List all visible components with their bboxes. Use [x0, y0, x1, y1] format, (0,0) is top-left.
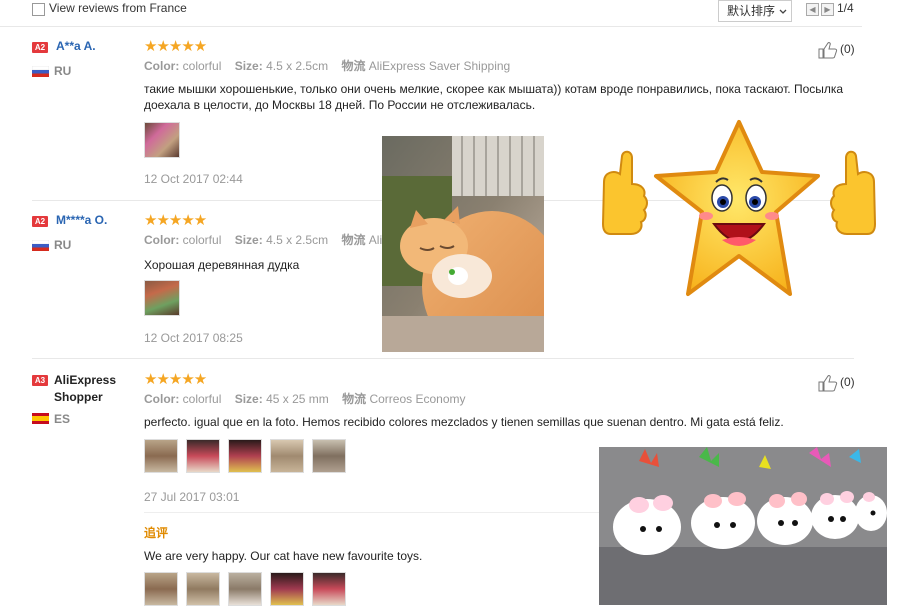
thumbs-up-icon[interactable]: [818, 41, 838, 59]
review-photo-thumbnail[interactable]: [144, 122, 180, 158]
russia-flag-icon: [32, 240, 49, 251]
followup-photo-thumbnail[interactable]: [144, 572, 178, 606]
reviewer-name: M****a O.: [56, 213, 108, 227]
review-text: такие мышки хорошенькие, только они очен…: [144, 82, 844, 112]
review-date: 12 Oct 2017 08:25: [144, 331, 243, 345]
followup-label: 追评: [144, 526, 169, 540]
size-label: Size:: [234, 233, 263, 247]
like-count: (0): [840, 375, 855, 389]
happy-star-sticker: [598, 116, 880, 300]
buyer-level-badge: A3: [32, 375, 48, 386]
review-text: perfecto. igual que en la foto. Hemos re…: [144, 415, 784, 429]
color-value: colorful: [182, 392, 222, 406]
review-photo-thumbnail[interactable]: [270, 439, 304, 473]
followup-photo-thumbnail[interactable]: [312, 572, 346, 606]
size-value: 4.5 x 2.5cm: [266, 59, 329, 73]
size-value: 4.5 x 2.5cm: [266, 233, 329, 247]
color-label: Color:: [144, 233, 180, 247]
reviewer-name: A**a A.: [56, 39, 96, 53]
review-date: 12 Oct 2017 02:44: [144, 172, 243, 186]
france-filter-label[interactable]: View reviews from France: [49, 1, 187, 15]
review-photo-thumbnail[interactable]: [144, 439, 178, 473]
review-toolbar: View reviews from France 默认排序 ◀ ▶ 1/4: [0, 0, 862, 27]
shipping-label: 物流: [342, 392, 367, 406]
review-photo-thumbnail[interactable]: [144, 280, 180, 316]
review-date: 27 Jul 2017 03:01: [144, 490, 240, 504]
shipping-label: 物流: [341, 59, 366, 73]
order-attributes: Color: colorful Size: 4.5 x 2.5cm 物流 Ali…: [144, 231, 390, 248]
shipping-value: AliExpress Saver Shipping: [368, 59, 511, 73]
russia-flag-icon: [32, 66, 49, 77]
followup-photo-thumbnail[interactable]: [228, 572, 262, 606]
cat-photo: [382, 136, 544, 352]
next-page-icon[interactable]: ▶: [821, 3, 834, 16]
rating-stars: ★★★★★: [144, 212, 207, 229]
buyer-level-badge: A2: [32, 42, 48, 53]
order-attributes: Color: colorful Size: 45 x 25 mm 物流 Corr…: [144, 390, 466, 407]
thumbs-up-icon: [830, 150, 877, 235]
reviewer-name: AliExpress Shopper: [54, 373, 117, 404]
color-value: colorful: [182, 233, 222, 247]
france-filter-checkbox[interactable]: [32, 3, 45, 16]
review-photo-thumbnail[interactable]: [312, 439, 346, 473]
reviewer-country: ES: [54, 412, 71, 426]
size-value: 45 x 25 mm: [266, 392, 329, 406]
review-divider: [32, 358, 854, 359]
toy-mice-photo: [599, 447, 887, 605]
color-label: Color:: [144, 392, 180, 406]
size-label: Size:: [234, 59, 263, 73]
thumbs-up-icon: [601, 150, 648, 235]
reviewer-country: RU: [54, 238, 72, 252]
rating-stars: ★★★★★: [144, 371, 207, 388]
spain-flag-icon: [32, 413, 49, 424]
size-label: Size:: [234, 392, 263, 406]
sort-label: 默认排序: [727, 4, 776, 18]
followup-photo-thumbnail[interactable]: [186, 572, 220, 606]
buyer-level-badge: A2: [32, 216, 48, 227]
sort-dropdown[interactable]: 默认排序: [718, 0, 792, 22]
color-label: Color:: [144, 59, 180, 73]
reviewer-country: RU: [54, 64, 72, 78]
shipping-label: 物流: [341, 233, 366, 247]
review-photo-thumbnail[interactable]: [228, 439, 262, 473]
prev-page-icon[interactable]: ◀: [806, 3, 819, 16]
review-photo-thumbnail[interactable]: [186, 439, 220, 473]
chevron-down-icon: [779, 9, 787, 14]
shipping-value: Correos Economy: [369, 392, 466, 406]
pagination-indicator: 1/4: [837, 1, 854, 15]
thumbs-up-icon[interactable]: [818, 374, 838, 392]
order-attributes: Color: colorful Size: 4.5 x 2.5cm 物流 Ali…: [144, 57, 510, 74]
rating-stars: ★★★★★: [144, 38, 207, 55]
followup-photo-thumbnail[interactable]: [270, 572, 304, 606]
like-count: (0): [840, 42, 855, 56]
color-value: colorful: [182, 59, 222, 73]
